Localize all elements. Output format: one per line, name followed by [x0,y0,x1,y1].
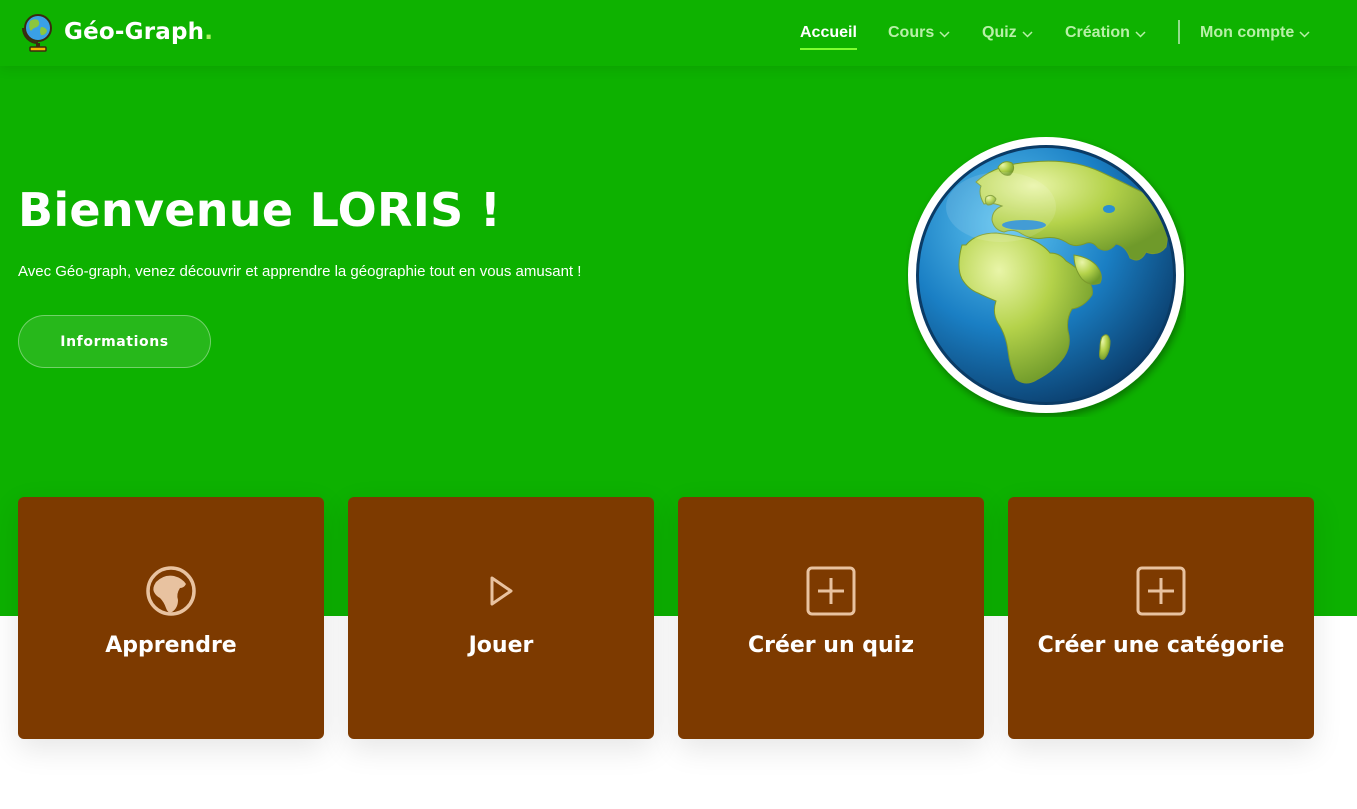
informations-button[interactable]: Informations [18,315,211,368]
main-nav: Accueil Cours Quiz Création Mon compte [0,0,1357,66]
chevron-down-icon [1022,30,1033,38]
chevron-down-icon [1135,30,1146,38]
card-label-jouer: Jouer [468,633,534,658]
card-label-creer-quiz: Créer un quiz [747,633,915,658]
nav-divider [1178,20,1180,44]
nav-label-mon-compte: Mon compte [1200,24,1295,41]
card-creer-quiz[interactable]: Créer un quiz [678,497,984,739]
africa-globe-icon [146,566,196,616]
nav-label-accueil: Accueil [800,24,857,41]
card-label-apprendre: Apprendre [105,633,237,658]
plus-square-icon [1136,566,1186,616]
nav-item-accueil[interactable]: Accueil [800,20,857,50]
nav-item-quiz[interactable]: Quiz [982,20,1033,46]
play-icon [490,576,513,606]
nav-item-mon-compte[interactable]: Mon compte [1200,20,1310,46]
chevron-down-icon [1299,30,1310,38]
plus-square-icon [806,566,856,616]
nav-item-creation[interactable]: Création [1065,20,1146,46]
top-navbar: Géo-Graph. Accueil Cours Quiz Création M… [0,0,1357,66]
card-creer-categorie[interactable]: Créer une catégorie [1008,497,1314,739]
card-label-creer-categorie: Créer une catégorie [1037,633,1285,658]
nav-label-cours: Cours [888,24,935,41]
card-apprendre[interactable]: Apprendre [18,497,324,739]
nav-item-cours[interactable]: Cours [888,20,950,46]
nav-label-creation: Création [1065,24,1130,41]
card-jouer[interactable]: Jouer [348,497,654,739]
active-nav-underline [800,48,857,50]
earth-globe-icon [906,137,1186,417]
hero-subtitle: Avec Géo-graph, venez découvrir et appre… [18,263,582,280]
nav-label-quiz: Quiz [982,24,1017,41]
chevron-down-icon [939,30,950,38]
hero-title: Bienvenue LORIS ! [18,183,502,237]
